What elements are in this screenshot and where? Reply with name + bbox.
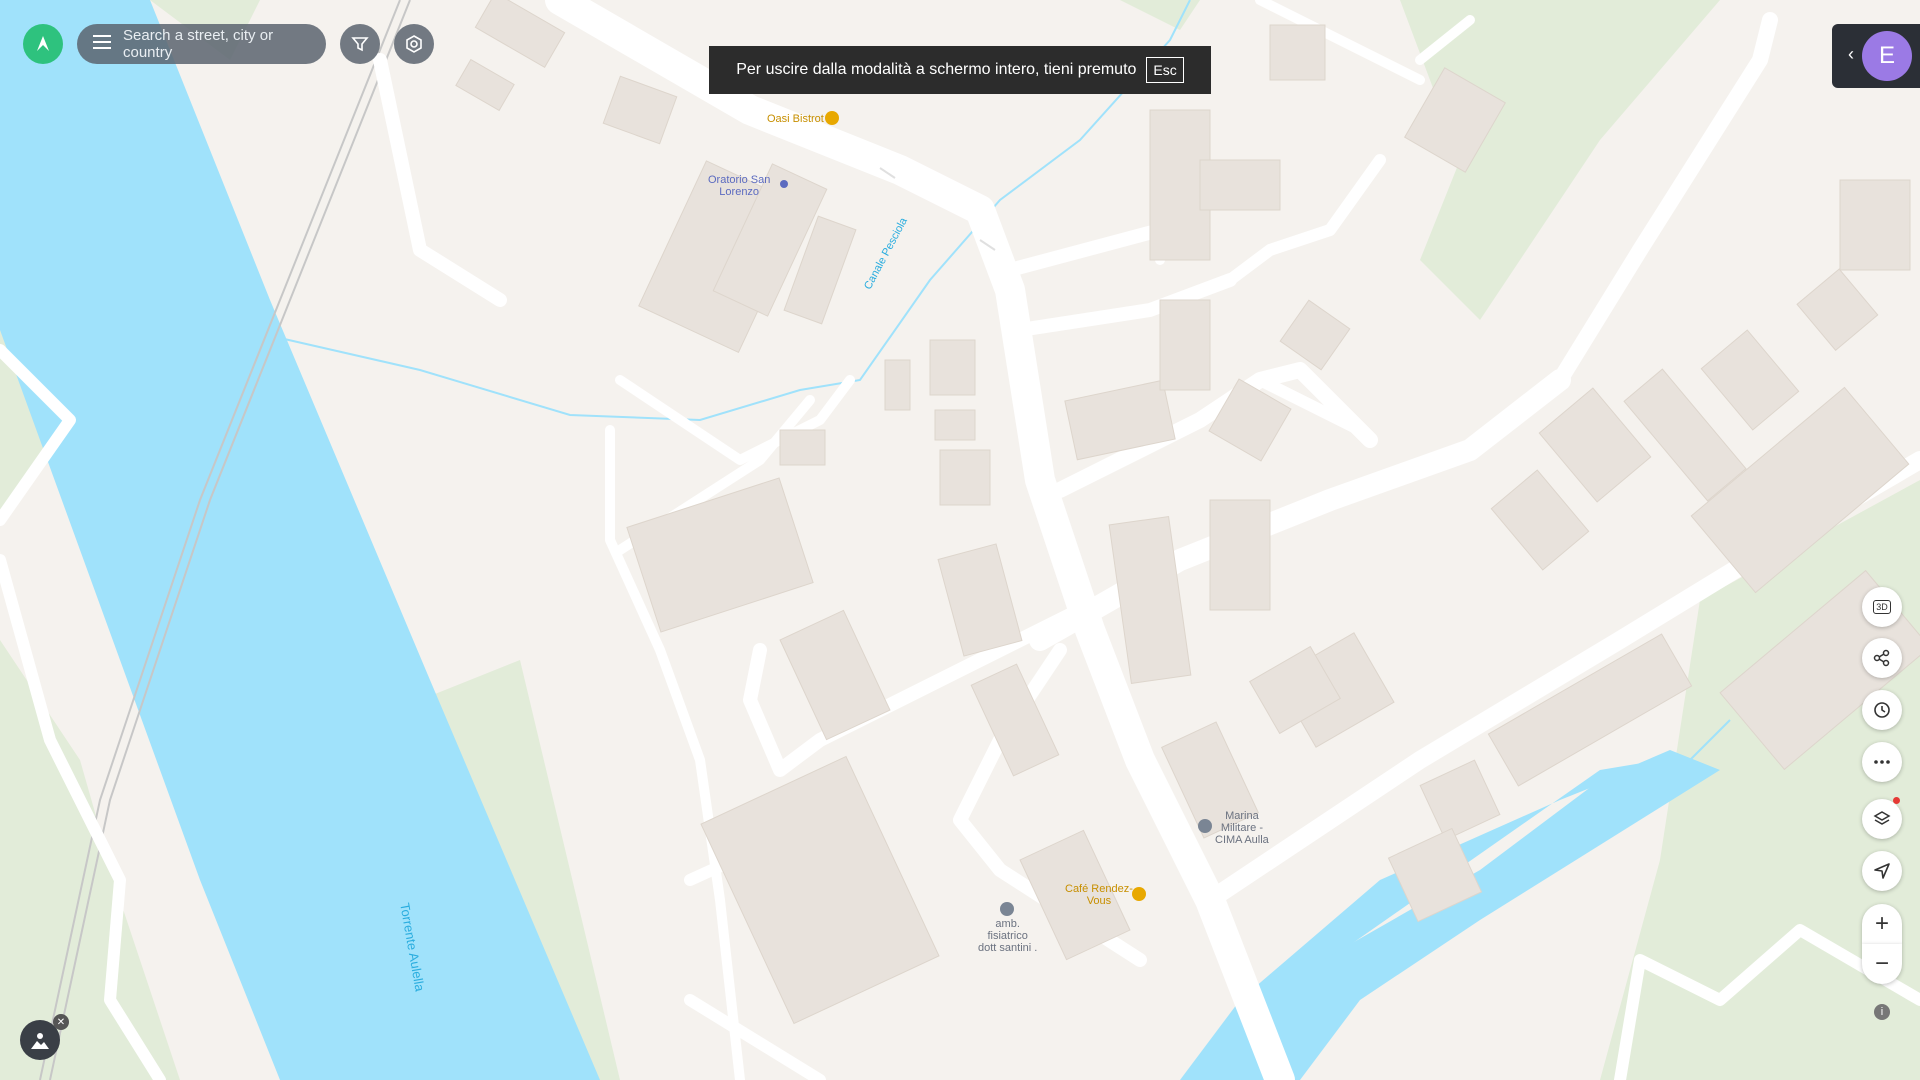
3d-icon: 3D xyxy=(1873,600,1891,614)
layers-button[interactable] xyxy=(1862,797,1902,839)
building xyxy=(1269,24,1326,81)
military-icon xyxy=(1198,819,1212,833)
poi-label-amb[interactable]: amb. fisiatrico dott santini . xyxy=(978,918,1037,954)
place-of-worship-icon xyxy=(780,180,788,188)
toast-message: Per uscire dalla modalità a schermo inte… xyxy=(736,61,1137,78)
settings-button[interactable] xyxy=(394,24,434,64)
poi-label-line: Militare - xyxy=(1220,822,1263,834)
filter-button[interactable] xyxy=(340,24,380,64)
search-bar[interactable]: Search a street, city or country xyxy=(77,24,326,64)
toast-key: Esc xyxy=(1146,57,1184,83)
poi-label-line: dott santini . xyxy=(978,942,1038,954)
menu-icon[interactable] xyxy=(93,35,111,53)
building xyxy=(1839,179,1911,271)
poi-label-oratorio[interactable]: Oratorio San Lorenzo xyxy=(708,174,770,198)
building xyxy=(1209,499,1271,611)
poi-label-oasi[interactable]: Oasi Bistrot xyxy=(767,113,824,125)
plus-icon: + xyxy=(1874,910,1889,937)
chevron-left-icon[interactable]: ‹ xyxy=(1848,44,1854,65)
search-input[interactable]: Search a street, city or country xyxy=(123,27,310,61)
building xyxy=(1159,299,1211,391)
poi-label-line: Marina xyxy=(1225,810,1259,822)
avatar[interactable]: E xyxy=(1862,31,1912,81)
navigation-arrow-icon xyxy=(1874,863,1890,879)
poi-label-marina[interactable]: Marina Militare - CIMA Aulla xyxy=(1215,810,1269,846)
poi-label-line: CIMA Aulla xyxy=(1215,834,1269,846)
building xyxy=(929,339,976,396)
poi-label-line: Lorenzo xyxy=(719,186,760,198)
clock-icon xyxy=(1874,702,1890,718)
more-button[interactable] xyxy=(1862,742,1902,782)
poi-label-line: Oratorio San xyxy=(708,174,771,186)
notification-dot xyxy=(1893,797,1900,804)
restaurant-icon xyxy=(825,111,839,125)
poi-label-line: Vous xyxy=(1086,895,1112,907)
history-button[interactable] xyxy=(1862,690,1902,730)
poi-label-line: fisiatrico xyxy=(987,930,1028,942)
building xyxy=(1199,159,1281,211)
user-panel[interactable]: ‹ E xyxy=(1832,24,1920,88)
locate-button[interactable] xyxy=(1862,851,1902,891)
app-logo-icon[interactable] xyxy=(23,24,63,64)
info-icon[interactable]: i xyxy=(1874,1004,1890,1020)
building xyxy=(939,449,991,506)
cafe-icon xyxy=(1132,887,1146,901)
filter-icon xyxy=(351,37,369,52)
hexagon-settings-icon xyxy=(406,35,422,53)
medical-icon xyxy=(1000,902,1014,916)
map-canvas[interactable] xyxy=(0,0,1920,1080)
building xyxy=(934,409,976,441)
more-icon xyxy=(1874,760,1890,764)
3d-button[interactable]: 3D xyxy=(1862,587,1902,627)
share-button[interactable] xyxy=(1862,638,1902,678)
minus-icon: − xyxy=(1874,950,1889,977)
poi-label-line: amb. xyxy=(995,918,1020,930)
building xyxy=(884,359,911,411)
layers-icon xyxy=(1873,811,1891,825)
image-icon xyxy=(31,1033,49,1049)
fullscreen-toast: Per uscire dalla modalità a schermo inte… xyxy=(709,46,1211,94)
share-icon xyxy=(1873,649,1890,667)
zoom-in-button[interactable]: + xyxy=(1862,904,1902,944)
close-icon[interactable]: ✕ xyxy=(53,1014,69,1030)
building xyxy=(779,429,826,466)
poi-label-cafe[interactable]: Café Rendez- Vous xyxy=(1065,883,1133,907)
zoom-out-button[interactable]: − xyxy=(1862,944,1902,984)
poi-label-line: Café Rendez- xyxy=(1065,883,1133,895)
top-toolbar: Search a street, city or country xyxy=(23,24,434,64)
